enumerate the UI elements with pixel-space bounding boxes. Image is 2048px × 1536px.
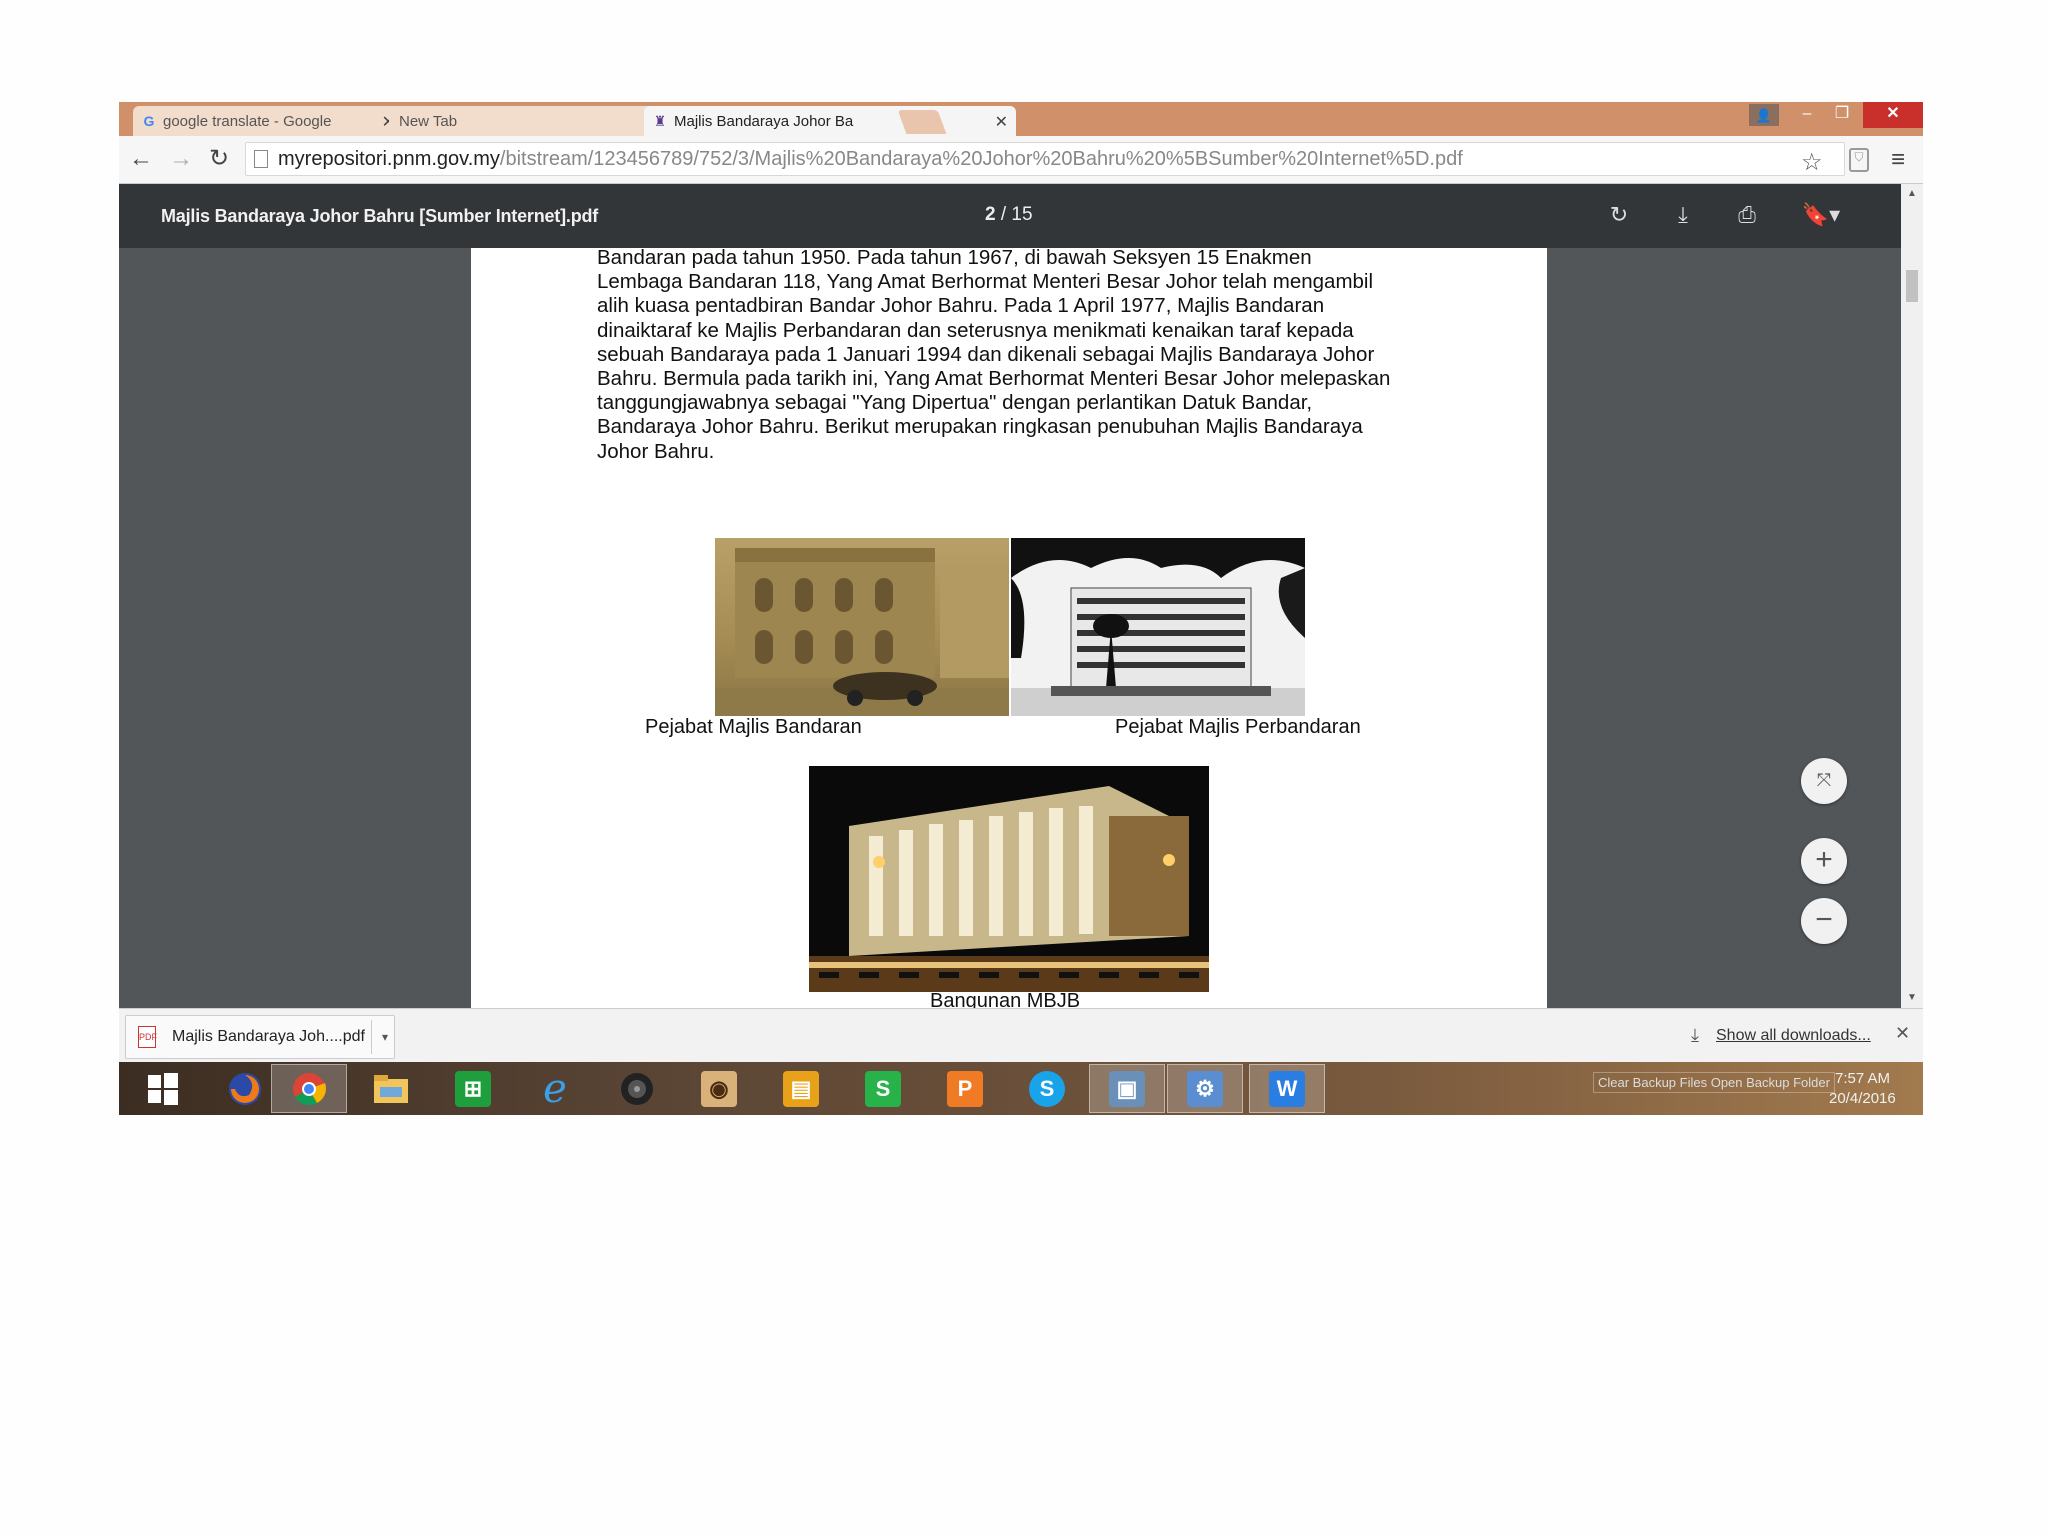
mbjb-crest-icon: ♜: [653, 113, 667, 129]
text-line: Johor Bahru.: [597, 439, 715, 463]
bookmark-menu-icon[interactable]: 🔖▾: [1799, 202, 1843, 228]
system-tray: Clear Backup Files Open Backup Folder 7:…: [1593, 1068, 1923, 1112]
photo-viewer-icon[interactable]: ▣: [1089, 1064, 1165, 1113]
page-indicator[interactable]: 2 / 15: [985, 204, 1033, 226]
forward-arrow-icon[interactable]: →: [167, 146, 195, 174]
caption-pejabat-majlis-perbandaran: Pejabat Majlis Perbandaran: [1115, 716, 1361, 738]
vertical-scrollbar[interactable]: ▲ ▼: [1901, 184, 1923, 1008]
control-panel-icon[interactable]: ⚙: [1167, 1064, 1243, 1113]
url-path: /bitstream/123456789/752/3/Majlis%20Band…: [499, 148, 1463, 170]
show-all-downloads-link[interactable]: Show all downloads...: [1716, 1027, 1871, 1045]
text-line: sebuah Bandaraya pada 1 Januari 1994 dan…: [597, 342, 1375, 366]
pdf-file-icon: PDF: [138, 1026, 157, 1048]
text-line: Bandaran pada tahun 1950. Pada tahun 196…: [597, 248, 1312, 269]
caption-bangunan-mbjb: Bangunan MBJB: [930, 990, 1081, 1008]
title-bar: G google translate - Google ✕ New Tab ✕ …: [119, 102, 1923, 136]
writer-app-icon[interactable]: W: [1249, 1064, 1325, 1113]
clock-date[interactable]: 20/4/2016: [1829, 1090, 1896, 1107]
total-pages: 15: [1011, 204, 1033, 225]
camera-app-icon[interactable]: ◉: [681, 1064, 757, 1113]
extension-shield-icon[interactable]: ⛉: [1849, 148, 1869, 172]
screen: G google translate - Google ✕ New Tab ✕ …: [119, 102, 1923, 1115]
google-icon: G: [143, 113, 155, 129]
chrome-icon[interactable]: [271, 1064, 347, 1113]
notes-app-icon[interactable]: ▤: [763, 1064, 839, 1113]
photo-pejabat-majlis-perbandaran: [1011, 538, 1305, 716]
clock-time[interactable]: 7:57 AM: [1835, 1070, 1890, 1087]
new-tab-button[interactable]: [897, 110, 947, 134]
back-arrow-icon[interactable]: ←: [127, 146, 155, 174]
zoom-in-icon[interactable]: +: [1801, 838, 1847, 884]
tab-label: google translate - Google: [163, 112, 332, 130]
presentation-app-icon[interactable]: P: [927, 1064, 1003, 1113]
skype-icon[interactable]: S: [1009, 1064, 1085, 1113]
address-bar[interactable]: myrepositori.pnm.gov.my/bitstream/123456…: [245, 142, 1845, 176]
fit-page-icon[interactable]: ⤧: [1801, 758, 1847, 804]
restore-button[interactable]: ❐: [1825, 102, 1859, 128]
tab-mbjb-pdf[interactable]: ♜ Majlis Bandaraya Johor Ba ✕: [644, 106, 1016, 136]
tab-label: Majlis Bandaraya Johor Ba: [674, 112, 854, 130]
chevron-down-icon[interactable]: ▾: [382, 1016, 388, 1058]
tab-google-translate[interactable]: G google translate - Google ✕: [133, 106, 403, 136]
text-line: Bahru. Bermula pada tarikh ini, Yang Ama…: [597, 367, 1391, 391]
photo-bangunan-mbjb: [809, 766, 1209, 992]
menu-icon[interactable]: ≡: [1891, 146, 1905, 174]
user-profile-icon[interactable]: 👤: [1749, 104, 1779, 126]
media-player-icon[interactable]: [599, 1064, 675, 1113]
bookmark-star-icon[interactable]: ☆: [1801, 148, 1823, 177]
url-host: myrepositori.pnm.gov.my: [278, 148, 500, 170]
close-icon[interactable]: ✕: [1895, 1023, 1910, 1044]
store-icon[interactable]: ⊞: [435, 1064, 511, 1113]
close-window-button[interactable]: ✕: [1863, 102, 1923, 128]
windows-start-icon[interactable]: [125, 1064, 201, 1113]
internet-explorer-icon[interactable]: e: [517, 1064, 593, 1113]
page-separator: /: [1000, 204, 1007, 225]
pdf-page: Bandaran pada tahun 1950. Pada tahun 196…: [471, 248, 1547, 1008]
spreadsheet-app-icon[interactable]: S: [845, 1064, 921, 1113]
print-icon[interactable]: ⎙: [1733, 202, 1761, 228]
minimize-button[interactable]: –: [1791, 102, 1823, 128]
rotate-icon[interactable]: ↻: [1605, 202, 1633, 228]
download-icon[interactable]: ⤓: [1669, 202, 1697, 228]
tray-tooltip: Clear Backup Files Open Backup Folder: [1593, 1072, 1835, 1093]
download-file-name: Majlis Bandaraya Joh....pdf: [172, 1028, 365, 1045]
scroll-up-arrow-icon[interactable]: ▲: [1907, 188, 1917, 199]
close-icon[interactable]: ✕: [995, 112, 1008, 132]
downloads-shelf: PDF Majlis Bandaraya Joh....pdf ▾ ⤓ Show…: [119, 1008, 1923, 1062]
text-line: Lembaga Bandaran 118, Yang Amat Berhorma…: [597, 270, 1374, 294]
zoom-out-icon[interactable]: −: [1801, 898, 1847, 944]
text-line: dinaiktaraf ke Majlis Perbandaran dan se…: [597, 318, 1354, 342]
page-icon: [254, 150, 268, 168]
caption-pejabat-majlis-bandaran: Pejabat Majlis Bandaran: [645, 716, 862, 738]
reload-icon[interactable]: ↻: [205, 146, 233, 174]
text-line: tanggungjawabnya sebagai "Yang Dipertua"…: [597, 391, 1313, 415]
body-text: Bandaran pada tahun 1950. Pada tahun 196…: [597, 248, 1457, 464]
pdf-toolbar: Majlis Bandaraya Johor Bahru [Sumber Int…: [119, 184, 1901, 248]
taskbar: ⊞ e ◉ ▤ S P S ▣ ⚙ W Clear Backup Files O…: [119, 1062, 1923, 1115]
pdf-viewport[interactable]: Bandaran pada tahun 1950. Pada tahun 196…: [119, 248, 1901, 1008]
divider: [371, 1020, 372, 1054]
text-line: alih kuasa pentadbiran Bandar Johor Bahr…: [597, 294, 1325, 318]
scroll-down-arrow-icon[interactable]: ▼: [1907, 992, 1917, 1003]
download-arrow-icon: ⤓: [1691, 1025, 1699, 1045]
pdf-title: Majlis Bandaraya Johor Bahru [Sumber Int…: [161, 206, 599, 226]
scroll-thumb[interactable]: [1906, 270, 1918, 302]
browser-toolbar: ← → ↻ myrepositori.pnm.gov.my/bitstream/…: [119, 136, 1923, 184]
current-page[interactable]: 2: [985, 204, 996, 225]
text-line: Bandaraya Johor Bahru. Berikut merupakan…: [597, 415, 1363, 439]
download-item[interactable]: PDF Majlis Bandaraya Joh....pdf ▾: [125, 1015, 395, 1059]
photo-pejabat-majlis-bandaran: [715, 538, 1009, 716]
file-explorer-icon[interactable]: [353, 1064, 429, 1113]
